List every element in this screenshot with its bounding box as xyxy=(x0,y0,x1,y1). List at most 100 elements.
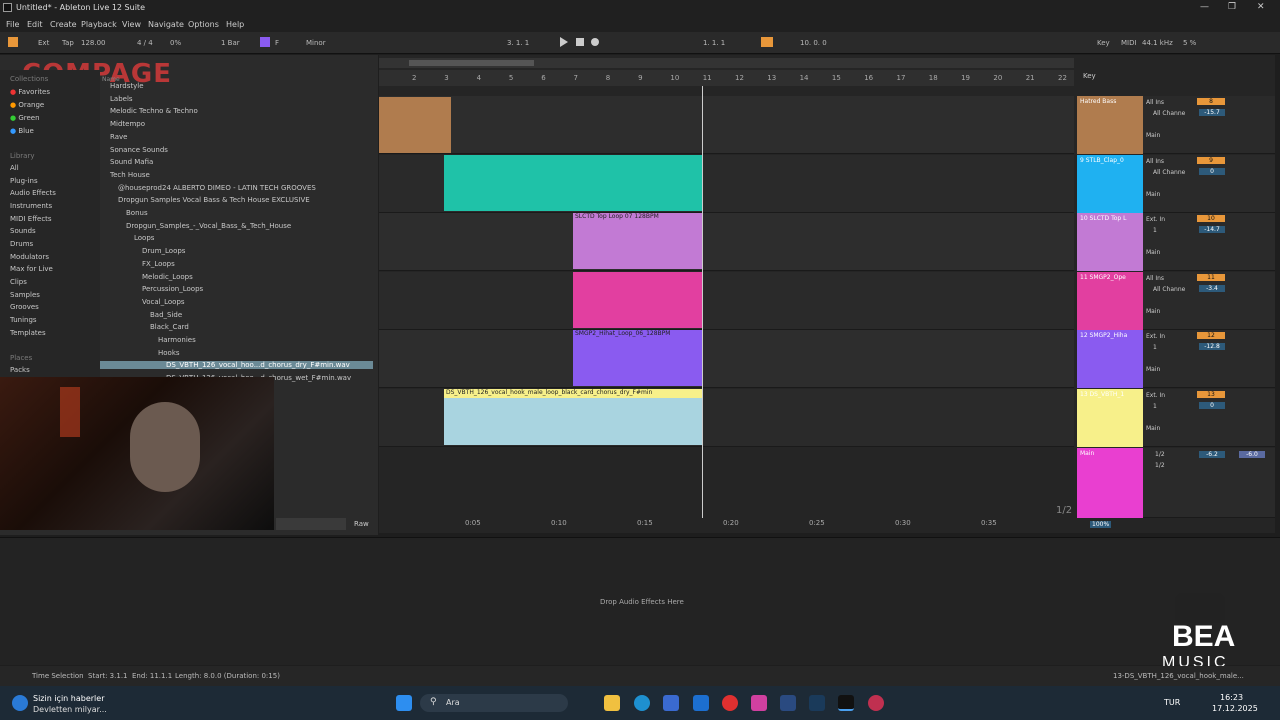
midi-map-button[interactable]: MIDI xyxy=(1121,39,1137,47)
track-header[interactable]: 10 SLCTD Top L xyxy=(1077,213,1143,271)
tap-tempo-button[interactable]: Tap xyxy=(62,39,74,47)
weather-icon[interactable] xyxy=(12,695,28,711)
output-select[interactable]: Main xyxy=(1146,249,1160,256)
browser-folder-item[interactable]: Percussion_Loops xyxy=(142,285,203,293)
steam-icon[interactable] xyxy=(809,695,825,711)
ext-sync-button[interactable]: Ext xyxy=(38,39,49,47)
browser-folder-item[interactable]: Dropgun_Samples_-_Vocal_Bass_&_Tech_Hous… xyxy=(126,222,291,230)
output-select[interactable]: Main xyxy=(1146,132,1160,139)
track-lane[interactable] xyxy=(379,96,1074,154)
raw-button[interactable]: Raw xyxy=(354,520,369,528)
browser-folder-item[interactable]: Dropgun Samples Vocal Bass & Tech House … xyxy=(118,196,310,204)
app-icon-blue[interactable] xyxy=(780,695,796,711)
track-header[interactable]: Hatred Bass xyxy=(1077,96,1143,154)
menu-navigate[interactable]: Navigate xyxy=(148,20,184,29)
news-title[interactable]: Sizin için haberler xyxy=(33,694,105,703)
browser-folder-item[interactable]: Midtempo xyxy=(110,120,145,128)
collection-orange[interactable]: ● Orange xyxy=(10,101,44,109)
audio-clip-vocal-hook[interactable]: DS_VBTH_126_vocal_hook_male_loop_black_c… xyxy=(444,389,702,445)
main-track-header[interactable]: Main xyxy=(1077,448,1143,518)
library-drums[interactable]: Drums xyxy=(10,240,33,248)
browser-toggle-icon[interactable] xyxy=(8,37,18,47)
app-icon-pink[interactable] xyxy=(751,695,767,711)
input-select[interactable]: All Ins xyxy=(1146,99,1164,106)
library-max-for-live[interactable]: Max for Live xyxy=(10,265,53,273)
record-icon[interactable] xyxy=(591,38,599,46)
edge-icon[interactable] xyxy=(634,695,650,711)
library-audio-effects[interactable]: Audio Effects xyxy=(10,189,56,197)
library-plugins[interactable]: Plug-ins xyxy=(10,177,38,185)
channel-select[interactable]: 1 xyxy=(1153,227,1157,234)
audio-clip-top-loop[interactable]: SLCTD Top Loop 07 128BPM xyxy=(573,213,702,269)
browser-folder-item[interactable]: Tech House xyxy=(110,171,150,179)
track-header[interactable]: 13 DS_VBTH_1 xyxy=(1077,388,1143,447)
browser-folder-item[interactable]: Drum_Loops xyxy=(142,247,185,255)
ableton-live-icon[interactable] xyxy=(838,695,854,711)
library-tunings[interactable]: Tunings xyxy=(10,316,37,324)
audio-clip-hihat-loop[interactable]: SMGP2_Hihat_Loop_06_128BPM xyxy=(573,330,702,386)
output-select[interactable]: Main xyxy=(1146,366,1160,373)
scale-mode-icon[interactable] xyxy=(260,37,270,47)
track-activator[interactable]: 10 xyxy=(1197,215,1225,222)
track-volume[interactable]: 0 xyxy=(1199,401,1225,409)
browser-folder-item[interactable]: Loops xyxy=(134,234,154,242)
channel-select[interactable]: All Channe xyxy=(1153,169,1185,176)
yandex-icon[interactable] xyxy=(722,695,738,711)
channel-select[interactable]: 1 xyxy=(1153,344,1157,351)
output-select[interactable]: Main xyxy=(1146,308,1160,315)
menu-view[interactable]: View xyxy=(122,20,141,29)
track-volume[interactable]: 0 xyxy=(1199,167,1225,175)
drop-audio-effects[interactable]: Drop Audio Effects Here xyxy=(600,598,684,606)
key-map-button[interactable]: Key xyxy=(1097,39,1110,47)
scale-select[interactable]: Minor xyxy=(306,39,326,47)
track-lane[interactable] xyxy=(379,330,1074,388)
quantize-menu[interactable]: 1 Bar xyxy=(221,39,240,47)
browser-folder-item[interactable]: Melodic Techno & Techno xyxy=(110,107,198,115)
menu-playback[interactable]: Playback xyxy=(81,20,117,29)
loop-start-field[interactable]: 1. 1. 1 xyxy=(703,39,725,47)
input-select[interactable]: All Ins xyxy=(1146,158,1164,165)
collection-favorites[interactable]: ● Favorites xyxy=(10,88,50,96)
track-volume[interactable]: -14.7 xyxy=(1199,226,1225,233)
browser-folder-item[interactable]: Sound Mafia xyxy=(110,158,153,166)
file-explorer-icon[interactable] xyxy=(604,695,620,711)
library-modulators[interactable]: Modulators xyxy=(10,253,49,261)
windows-start-icon[interactable] xyxy=(396,695,412,711)
library-sounds[interactable]: Sounds xyxy=(10,227,36,235)
preview-waveform[interactable] xyxy=(276,518,346,530)
library-samples[interactable]: Samples xyxy=(10,291,40,299)
clock-time[interactable]: 16:23 xyxy=(1220,693,1243,702)
browser-folder-item[interactable]: Bad_Side xyxy=(150,311,182,319)
menu-help[interactable]: Help xyxy=(226,20,244,29)
browser-file-item[interactable]: DS_VBTH_126_vocal_hoo...d_chorus_dry_F#m… xyxy=(100,361,373,370)
channel-select[interactable]: 1 xyxy=(1153,403,1157,410)
selected-track-name[interactable]: 13-DS_VBTH_126_vocal_hook_male... xyxy=(1113,672,1244,680)
track-activator[interactable]: 11 xyxy=(1197,273,1225,281)
outlook-icon[interactable] xyxy=(693,695,709,711)
audio-clip-open-hat[interactable] xyxy=(573,272,702,328)
browser-folder-item[interactable]: Vocal_Loops xyxy=(142,298,185,306)
set-button[interactable]: Key xyxy=(1083,72,1096,80)
overview-viewport[interactable] xyxy=(409,60,534,66)
track-header[interactable]: 11 SMGP2_Ope xyxy=(1077,271,1143,330)
track-activator[interactable]: 13 xyxy=(1197,390,1225,398)
midi-clip-clap[interactable] xyxy=(444,155,702,211)
browser-folder-item[interactable]: Labels xyxy=(110,95,133,103)
menu-create[interactable]: Create xyxy=(50,20,77,29)
beat-ruler[interactable]: 2 3 4 5 6 7 8 9 10 11 12 13 14 15 16 17 18 19 20 21 22 xyxy=(379,70,1074,86)
browser-folder-item[interactable]: Bonus xyxy=(126,209,148,217)
track-header[interactable]: 12 SMGP2_Hiha xyxy=(1077,330,1143,388)
close-button[interactable]: ✕ xyxy=(1257,2,1265,12)
track-activator[interactable]: 12 xyxy=(1197,332,1225,339)
menu-file[interactable]: File xyxy=(6,20,19,29)
output-select[interactable]: Main xyxy=(1146,425,1160,432)
app-icon-red[interactable] xyxy=(868,695,884,711)
taskbar-search[interactable]: ⚲ Ara xyxy=(420,694,568,712)
browser-folder-item[interactable]: @houseprod24 ALBERTO DIMEO - LATIN TECH … xyxy=(118,184,316,192)
browser-folder-item[interactable]: Sonance Sounds xyxy=(110,146,168,154)
track-volume[interactable]: -15.7 xyxy=(1199,109,1225,116)
track-activator[interactable]: 8 xyxy=(1197,98,1225,105)
key-select[interactable]: F xyxy=(275,39,279,47)
clock-date[interactable]: 17.12.2025 xyxy=(1212,704,1258,713)
maximize-button[interactable]: ❐ xyxy=(1228,2,1236,12)
